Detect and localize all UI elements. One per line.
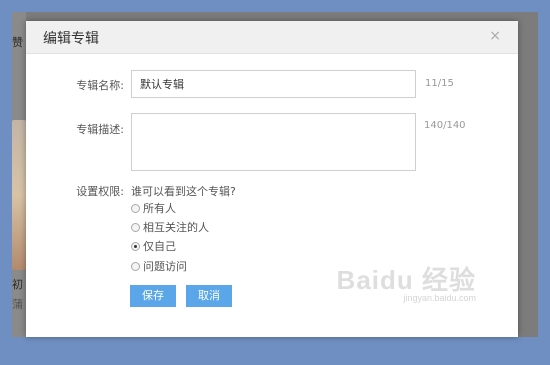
radio-button[interactable] [131, 241, 140, 251]
radio-option-mutual-follow[interactable]: 相互关注的人 [131, 219, 209, 235]
album-name-input[interactable] [131, 70, 416, 98]
album-desc-label: 专辑描述: [76, 123, 124, 136]
radio-label: 仅自己 [143, 240, 176, 253]
radio-button[interactable] [131, 261, 140, 271]
album-name-label: 专辑名称: [76, 79, 124, 92]
dialog-title: 编辑专辑 [43, 31, 99, 47]
album-name-count: 11/15 [425, 78, 454, 89]
background-text-mid2: 蒲 [12, 298, 23, 311]
baidu-jingyan-watermark: Baidu 经验 jingyan.baidu.com [337, 267, 476, 303]
radio-button[interactable] [131, 203, 140, 213]
radio-label: 相互关注的人 [143, 221, 209, 234]
background-footer [12, 337, 538, 365]
album-desc-count: 140/140 [424, 120, 466, 131]
radio-button[interactable] [131, 222, 140, 232]
close-icon[interactable]: × [489, 27, 501, 45]
album-desc-textarea[interactable] [131, 113, 416, 171]
dialog-header: 编辑专辑 × [26, 21, 518, 54]
permission-label: 设置权限: [76, 185, 124, 198]
watermark-logo: Baidu 经验 [336, 265, 476, 295]
permission-question: 谁可以看到这个专辑? [131, 185, 236, 198]
background-text-mid1: 初 [12, 278, 23, 291]
radio-label: 问题访问 [143, 260, 187, 273]
radio-option-only-me[interactable]: 仅自己 [131, 238, 176, 254]
radio-option-everyone[interactable]: 所有人 [131, 200, 176, 216]
cancel-button[interactable]: 取消 [186, 285, 232, 307]
edit-album-dialog: 编辑专辑 × 专辑名称: 11/15 专辑描述: 140/140 设置权限: 谁… [26, 21, 518, 337]
background-image [12, 120, 26, 270]
save-button[interactable]: 保存 [130, 285, 176, 307]
background-text-top: 赞 [12, 36, 23, 49]
radio-option-question-access[interactable]: 问题访问 [131, 258, 187, 274]
radio-label: 所有人 [143, 202, 176, 215]
